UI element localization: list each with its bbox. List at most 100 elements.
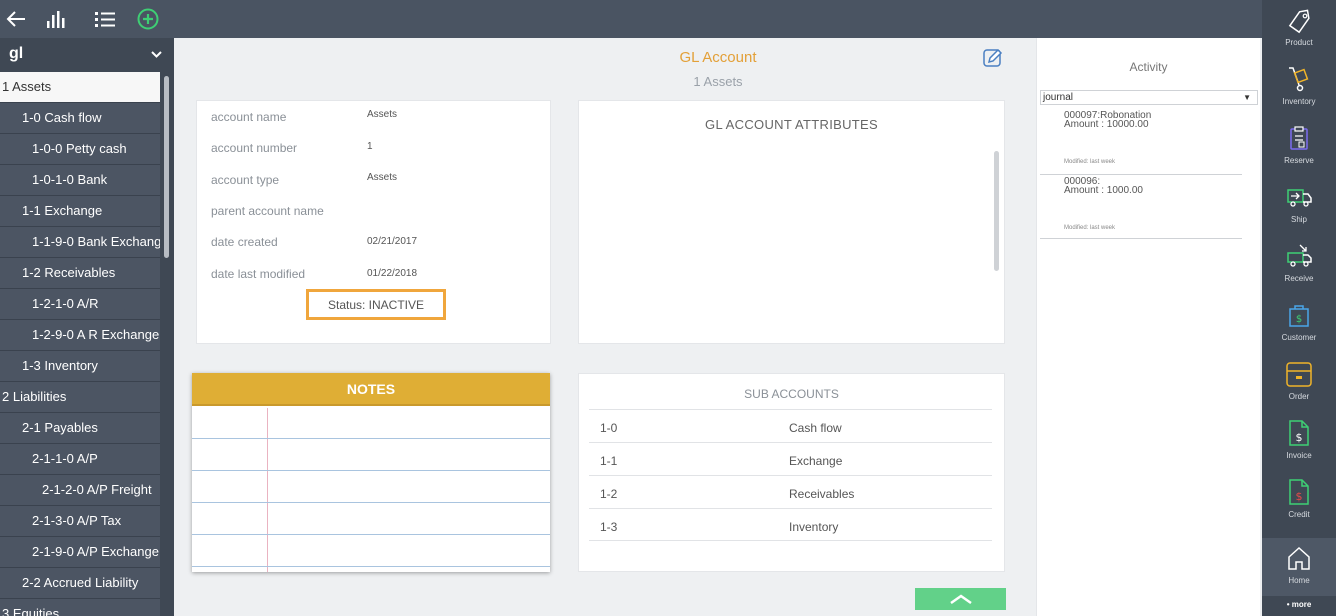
sidebar-tree-item[interactable]: 2-1-9-0 A/P Exchange bbox=[0, 537, 160, 568]
nav-credit[interactable]: $ Credit bbox=[1262, 472, 1336, 530]
bar-chart-icon[interactable] bbox=[41, 6, 69, 32]
sidebar-tree-item-label: 1-1-9-0 Bank Exchange bbox=[32, 234, 160, 249]
home-icon bbox=[1284, 542, 1314, 574]
sidebar-tree-item[interactable]: 1-1 Exchange bbox=[0, 196, 160, 227]
sub-account-name: Exchange bbox=[789, 454, 843, 468]
attributes-scrollbar[interactable] bbox=[994, 151, 999, 271]
activity-title: Activity bbox=[1129, 60, 1168, 74]
sidebar-tree-item-label: 2-1-9-0 A/P Exchange bbox=[32, 544, 159, 559]
nav-reserve[interactable]: Reserve bbox=[1262, 118, 1336, 176]
nav-home[interactable]: Home bbox=[1262, 538, 1336, 596]
activity-entry-amount: Amount : 1000.00 bbox=[1064, 185, 1143, 196]
account-name-label: account name bbox=[211, 110, 287, 124]
notes-title: NOTES bbox=[192, 373, 550, 406]
date-modified-label: date last modified bbox=[211, 267, 306, 281]
sidebar-tree-item[interactable]: 3 Equities bbox=[0, 599, 160, 616]
truck-in-icon bbox=[1284, 240, 1314, 272]
notes-rule bbox=[192, 566, 550, 567]
sidebar-tree-item-label: 1-0 Cash flow bbox=[22, 110, 102, 125]
svg-text:$: $ bbox=[1296, 431, 1303, 444]
account-type-value: Assets bbox=[367, 172, 398, 183]
account-number-label: account number bbox=[211, 141, 298, 155]
date-created-value: 02/21/2017 bbox=[367, 236, 418, 247]
nav-inventory[interactable]: Inventory bbox=[1262, 59, 1336, 117]
sub-account-name: Inventory bbox=[789, 520, 839, 534]
nav-ship[interactable]: Ship bbox=[1262, 177, 1336, 235]
notes-rule bbox=[192, 470, 550, 471]
sidebar-tree-item-label: 2-2 Accrued Liability bbox=[22, 575, 139, 590]
clipboard-icon bbox=[1284, 122, 1314, 154]
notes-rule bbox=[192, 438, 550, 439]
activity-entry[interactable]: 000096: Amount : 1000.00 Modified: last … bbox=[1040, 175, 1242, 239]
sidebar-tree-item[interactable]: 1 Assets bbox=[0, 72, 160, 103]
top-toolbar bbox=[0, 0, 1262, 38]
sub-account-row[interactable]: 1-3 Inventory bbox=[589, 508, 992, 541]
status-badge: Status: INACTIVE bbox=[306, 289, 446, 320]
sidebar-tree-item[interactable]: 1-0-1-0 Bank bbox=[0, 165, 160, 196]
notes-rule bbox=[192, 502, 550, 503]
sidebar-tree-item[interactable]: 1-3 Inventory bbox=[0, 351, 160, 382]
ledger-select[interactable]: gl bbox=[0, 38, 174, 70]
sidebar-scrollbar[interactable] bbox=[164, 76, 169, 258]
nav-product[interactable]: Product bbox=[1262, 0, 1336, 58]
nav-ship-label: Ship bbox=[1290, 215, 1307, 224]
sidebar-tree-item[interactable]: 2 Liabilities bbox=[0, 382, 160, 413]
activity-entry-modified: Modified: last week bbox=[1064, 225, 1116, 231]
account-info-card: account name Assets account number 1 acc… bbox=[196, 100, 551, 344]
nav-order-label: Order bbox=[1288, 392, 1310, 401]
sub-account-number: 1-3 bbox=[600, 520, 618, 534]
nav-order[interactable]: Order bbox=[1262, 354, 1336, 412]
scroll-top-button[interactable] bbox=[915, 588, 1006, 610]
nav-receive-label: Receive bbox=[1284, 274, 1314, 283]
more-link[interactable]: • more bbox=[1262, 600, 1336, 609]
sidebar-tree-item[interactable]: 2-2 Accrued Liability bbox=[0, 568, 160, 599]
hand-truck-icon bbox=[1284, 63, 1314, 95]
notes-panel[interactable]: NOTES bbox=[192, 373, 550, 572]
date-modified-value: 01/22/2018 bbox=[367, 268, 418, 279]
caret-down-icon: ▼ bbox=[1243, 93, 1251, 102]
sub-account-row[interactable]: 1-2 Receivables bbox=[589, 475, 992, 508]
activity-filter-select[interactable]: journal ▼ bbox=[1040, 90, 1258, 105]
sub-accounts-title: SUB ACCOUNTS bbox=[744, 387, 839, 401]
nav-invoice-label: Invoice bbox=[1286, 451, 1312, 460]
activity-entry[interactable]: 000097:Robonation Amount : 10000.00 Modi… bbox=[1040, 108, 1242, 175]
sidebar-tree-item[interactable]: 1-0-0 Petty cash bbox=[0, 134, 160, 165]
edit-icon[interactable] bbox=[982, 47, 1004, 69]
list-icon[interactable] bbox=[91, 6, 119, 32]
sidebar-tree-item-label: 1-0-1-0 Bank bbox=[32, 172, 108, 187]
box-icon bbox=[1284, 358, 1314, 390]
sidebar-tree-item[interactable]: 2-1-3-0 A/P Tax bbox=[0, 506, 160, 537]
sidebar-tree-item[interactable]: 1-1-9-0 Bank Exchange bbox=[0, 227, 160, 258]
activity-entry-amount: Amount : 10000.00 bbox=[1064, 119, 1149, 130]
nav-receive[interactable]: Receive bbox=[1262, 236, 1336, 294]
sidebar-tree-item[interactable]: 2-1 Payables bbox=[0, 413, 160, 444]
sidebar-tree-item-label: 2-1-3-0 A/P Tax bbox=[32, 513, 122, 528]
sidebar-tree-item[interactable]: 1-0 Cash flow bbox=[0, 103, 160, 134]
invoice-icon: $ bbox=[1284, 417, 1314, 449]
activity-panel: Activity journal ▼ 000097:Robonation Amo… bbox=[1036, 38, 1260, 616]
sidebar-tree-item[interactable]: 2-1-2-0 A/P Freight bbox=[0, 475, 160, 506]
arrow-left-icon[interactable] bbox=[2, 6, 30, 32]
sidebar-tree-item-label: 2-1-1-0 A/P bbox=[32, 451, 98, 466]
tag-icon bbox=[1284, 4, 1314, 36]
attributes-title: GL ACCOUNT ATTRIBUTES bbox=[705, 117, 878, 132]
right-nav: Product Inventory Reserve Ship Receive $… bbox=[1262, 0, 1336, 616]
sidebar-tree-item-label: 1-3 Inventory bbox=[22, 358, 98, 373]
sidebar-tree-item[interactable]: 2-1-1-0 A/P bbox=[0, 444, 160, 475]
plus-circle-icon[interactable] bbox=[134, 6, 162, 32]
nav-invoice[interactable]: $ Invoice bbox=[1262, 413, 1336, 471]
sidebar-tree-item-label: 1-1 Exchange bbox=[22, 203, 103, 218]
sidebar-tree-item[interactable]: 1-2-1-0 A/R bbox=[0, 289, 160, 320]
account-type-label: account type bbox=[211, 173, 280, 187]
sub-account-row[interactable]: 1-0 Cash flow bbox=[589, 409, 992, 442]
sidebar-tree-item[interactable]: 1-2-9-0 A R Exchange bbox=[0, 320, 160, 351]
sidebar-tree-item-label: 2-1 Payables bbox=[22, 420, 98, 435]
sidebar-tree-item-label: 1-2-1-0 A/R bbox=[32, 296, 99, 311]
nav-inventory-label: Inventory bbox=[1282, 97, 1316, 106]
sub-account-row[interactable]: 1-1 Exchange bbox=[589, 442, 992, 475]
sub-account-name: Receivables bbox=[789, 487, 855, 501]
notes-margin-line bbox=[267, 408, 268, 572]
nav-home-label: Home bbox=[1288, 576, 1310, 585]
sidebar-tree-item[interactable]: 1-2 Receivables bbox=[0, 258, 160, 289]
nav-customer[interactable]: $ Customer bbox=[1262, 295, 1336, 353]
